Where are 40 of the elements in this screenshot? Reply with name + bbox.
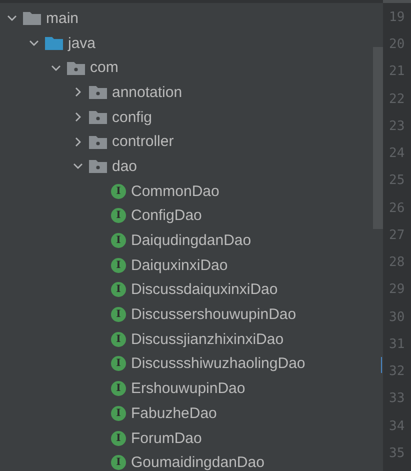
tree-item[interactable]: ErshouwupinDao: [131, 380, 246, 398]
tree-item[interactable]: ForumDao: [131, 430, 202, 447]
interface-icon: I: [111, 258, 126, 273]
tree-item[interactable]: dao: [112, 158, 138, 175]
interface-icon: I: [111, 233, 126, 248]
interface-icon: I: [111, 282, 126, 298]
interface-icon: I: [111, 184, 126, 199]
text-caret: [381, 357, 382, 373]
interface-icon: I: [111, 208, 126, 224]
package-icon: [89, 159, 107, 174]
tree-item[interactable]: GoumaidingdanDao: [131, 454, 264, 471]
interface-icon: I: [111, 381, 126, 396]
folder-icon: [45, 36, 63, 50]
package-icon: [89, 85, 107, 100]
interface-icon: I: [111, 406, 126, 421]
tree-item[interactable]: DiscussshiwuzhaolingDao: [131, 355, 306, 372]
tree-item[interactable]: FabuzheDao: [131, 404, 217, 422]
tree-item[interactable]: DiscussdaiquxinxiDao: [131, 281, 278, 298]
package-icon: [89, 134, 107, 149]
tree-item[interactable]: DaiquxinxiDao: [131, 256, 228, 274]
tree-item[interactable]: controller: [112, 133, 174, 150]
tree-item[interactable]: CommonDao: [131, 182, 220, 200]
tree-item[interactable]: com: [90, 59, 118, 76]
tree-item[interactable]: main: [46, 10, 79, 27]
package-icon: [67, 60, 85, 75]
tree-item[interactable]: ConfigDao: [131, 207, 202, 224]
tree-item[interactable]: annotation: [112, 84, 182, 101]
interface-icon: I: [111, 430, 126, 446]
interface-icon: I: [111, 307, 126, 322]
package-icon: [89, 110, 107, 124]
interface-icon: I: [111, 455, 126, 470]
tree-item[interactable]: DiscussershouwupinDao: [131, 306, 296, 324]
tree-item[interactable]: config: [112, 108, 152, 126]
tree-item[interactable]: DiscussjianzhixinxiDao: [131, 330, 284, 348]
tree-item[interactable]: DaiqudingdanDao: [131, 232, 252, 250]
scrollbar-thumb[interactable]: [373, 47, 383, 229]
interface-icon: I: [111, 356, 126, 372]
interface-icon: I: [111, 332, 126, 347]
tree-item[interactable]: java: [68, 34, 96, 52]
folder-icon: [23, 11, 41, 26]
